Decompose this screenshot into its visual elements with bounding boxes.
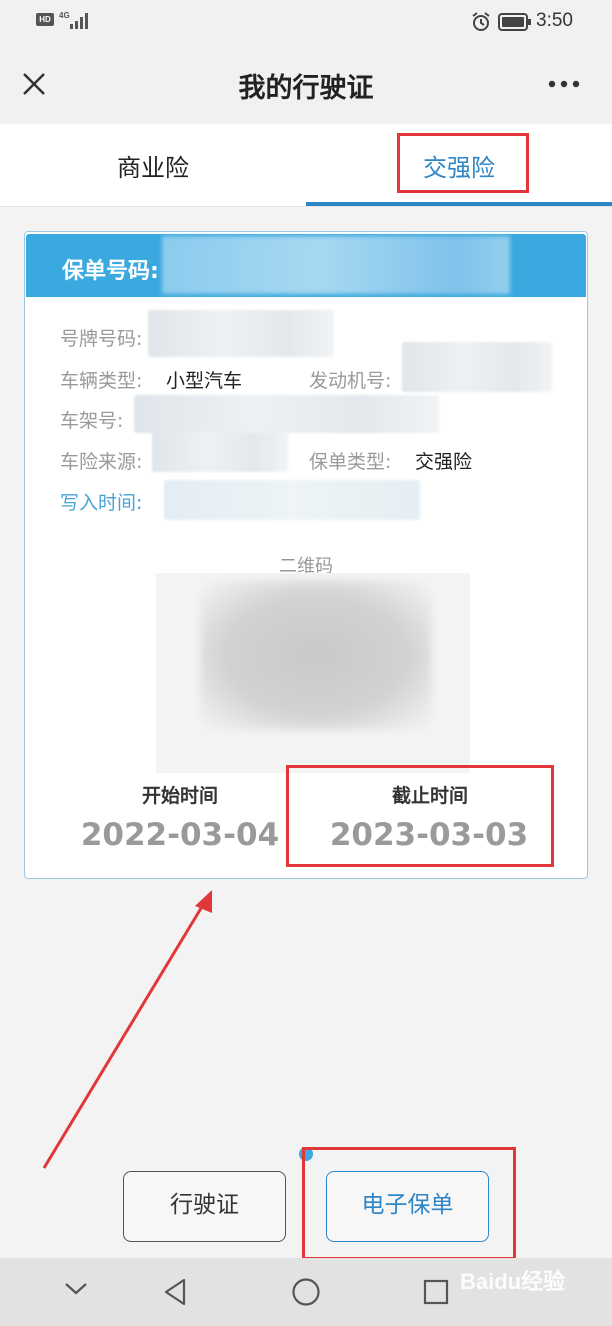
baidu-watermark: Baidu经验 xyxy=(460,1269,566,1294)
annotation-box-button xyxy=(302,1147,516,1260)
driving-license-button[interactable]: 行驶证 xyxy=(123,1171,286,1242)
home-icon[interactable] xyxy=(291,1277,321,1307)
recents-icon[interactable] xyxy=(423,1279,449,1305)
annotation-arrow xyxy=(42,890,212,1169)
back-icon[interactable] xyxy=(162,1277,188,1307)
chevron-down-icon[interactable] xyxy=(64,1282,88,1296)
